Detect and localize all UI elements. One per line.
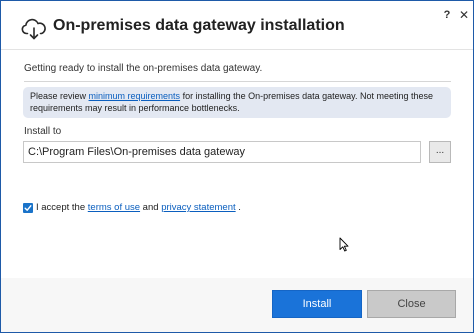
accept-middle: and (140, 202, 162, 213)
status-text: Getting ready to install the on-premises… (24, 63, 263, 74)
window-title: On-premises data gateway installation (53, 17, 345, 34)
browse-button[interactable]: ... (429, 141, 451, 163)
accept-suffix: . (235, 202, 241, 213)
close-button[interactable]: Close (367, 290, 456, 318)
info-prefix: Please review (30, 91, 89, 101)
cloud-download-icon (21, 18, 46, 40)
privacy-statement-link[interactable]: privacy statement (161, 202, 235, 213)
mouse-pointer-icon (339, 237, 349, 252)
installer-window: On-premises data gateway installation ? … (0, 0, 474, 333)
checkmark-icon (24, 204, 32, 211)
help-button[interactable]: ? (441, 8, 453, 22)
terms-of-use-link[interactable]: terms of use (88, 202, 140, 213)
title-divider (1, 49, 473, 50)
requirements-info-box: Please review minimum requirements for i… (23, 87, 451, 118)
install-to-label: Install to (24, 126, 62, 137)
install-button[interactable]: Install (272, 290, 362, 318)
minimum-requirements-link[interactable]: minimum requirements (89, 91, 181, 101)
accept-prefix: I accept the (36, 202, 88, 213)
accept-terms-row: I accept the terms of use and privacy st… (23, 202, 241, 216)
title-bar: On-premises data gateway installation ? … (1, 1, 473, 55)
install-path-input[interactable] (23, 141, 421, 163)
accept-terms-checkbox[interactable] (23, 202, 33, 213)
status-divider (24, 81, 451, 82)
window-close-button[interactable]: ✕ (458, 8, 470, 22)
